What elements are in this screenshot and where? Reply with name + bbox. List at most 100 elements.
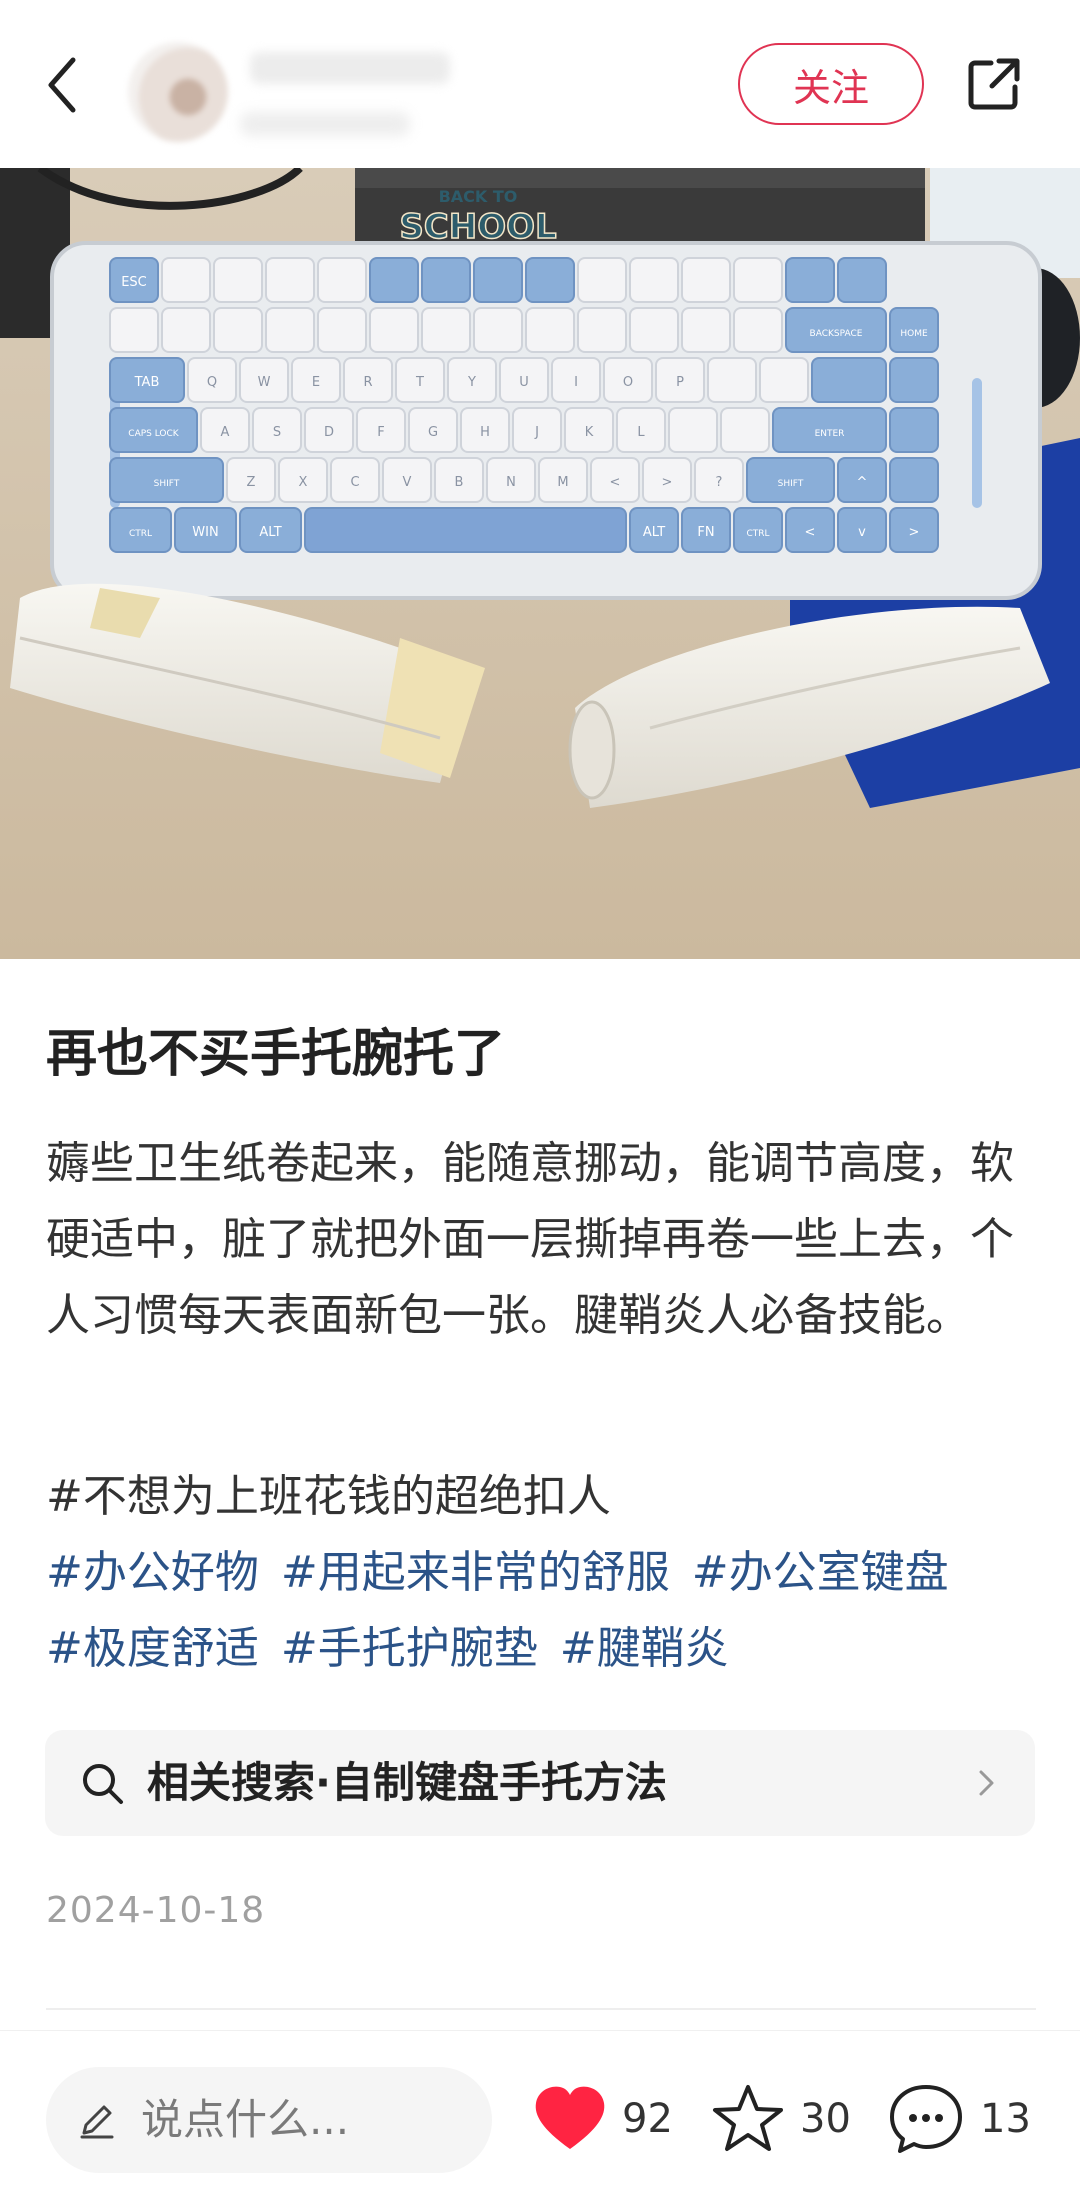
- keycap: [317, 307, 367, 353]
- keycap-label: v: [858, 525, 866, 540]
- keycap: [733, 307, 783, 353]
- keycap-label: R: [363, 375, 372, 390]
- sticker-text-top: BACK TO: [439, 187, 518, 206]
- hashtag-link[interactable]: #用起来非常的舒服: [281, 1547, 670, 1598]
- share-external-icon: [968, 58, 1020, 110]
- keycap-label: CAPS LOCK: [128, 429, 180, 439]
- keycap-label: B: [455, 475, 464, 490]
- keycap-label: L: [637, 425, 645, 440]
- keycap-label: S: [273, 425, 281, 440]
- keycap-label: HOME: [900, 329, 928, 339]
- keycap-label: ^: [857, 475, 868, 490]
- keycap-label: C: [350, 475, 359, 490]
- keycap-label: K: [585, 425, 594, 440]
- keycap: [421, 307, 471, 353]
- divider: [46, 2008, 1036, 2010]
- keycap-label: N: [506, 475, 516, 490]
- like-button[interactable]: 92: [532, 2079, 673, 2159]
- share-button[interactable]: [962, 52, 1026, 116]
- keycap-label: Z: [247, 475, 256, 490]
- comment-placeholder: 说点什么...: [141, 2095, 350, 2144]
- pencil-icon: [80, 2105, 114, 2139]
- keycap: [720, 407, 770, 453]
- keycap: [681, 307, 731, 353]
- keycap-label: A: [221, 425, 230, 440]
- author-name-blurred[interactable]: [250, 52, 450, 84]
- keycap: [629, 257, 679, 303]
- keycap-label: BACKSPACE: [810, 329, 863, 339]
- favorite-button[interactable]: 30: [710, 2079, 851, 2159]
- keycap-label: ENTER: [815, 429, 845, 439]
- keycap-label: F: [377, 425, 384, 440]
- hashtag-list: #办公好物 #用起来非常的舒服 #办公室键盘 #极度舒适 #手托护腕垫 #腱鞘炎: [46, 1535, 1046, 1687]
- follow-button[interactable]: 关注: [738, 43, 924, 125]
- keycap-label: WIN: [192, 525, 218, 540]
- keycap: [525, 307, 575, 353]
- related-search-card[interactable]: 相关搜索·自制键盘手托方法: [45, 1730, 1035, 1836]
- keycap-label: E: [312, 375, 320, 390]
- favorite-count: 30: [800, 2096, 851, 2142]
- keycap-label: H: [480, 425, 490, 440]
- keycap: [707, 357, 757, 403]
- keycap: [889, 357, 939, 403]
- keycap-label: M: [557, 475, 568, 490]
- keycap: [785, 257, 835, 303]
- keycap-label: T: [415, 375, 424, 390]
- post-title: 再也不买手托腕托了: [46, 1025, 506, 1084]
- comment-input[interactable]: 说点什么...: [46, 2067, 492, 2173]
- keycap: [811, 357, 887, 403]
- keycap: [733, 257, 783, 303]
- keycap-label: D: [324, 425, 334, 440]
- keycap-label: ESC: [121, 275, 147, 290]
- keycap-label: <: [610, 475, 621, 490]
- keycap-label: Y: [467, 375, 476, 390]
- bottom-action-bar: 说点什么... 92 30 13: [0, 2030, 1080, 2206]
- keycap-label: ALT: [643, 525, 665, 540]
- hashtag-link[interactable]: #极度舒适: [46, 1623, 259, 1674]
- author-avatar[interactable]: [128, 42, 228, 142]
- keycap: [369, 257, 419, 303]
- keycap: [421, 257, 471, 303]
- post-image[interactable]: ESC BACKSPACE HOME TAB Q W E R T Y U I O P CAPS LOCK A S…: [0, 168, 1080, 959]
- post-topic-text: #不想为上班花钱的超绝扣人: [46, 1471, 611, 1522]
- keycap: [668, 407, 718, 453]
- keycap-label: CTRL: [129, 529, 152, 539]
- keycap-label: TAB: [134, 375, 160, 390]
- hashtag-link[interactable]: #办公好物: [46, 1547, 259, 1598]
- keycap-label: O: [623, 375, 633, 390]
- keycap-label: SHIFT: [154, 479, 180, 489]
- keycap: [161, 307, 211, 353]
- keycap-label: SHIFT: [778, 479, 804, 489]
- keycap: [837, 257, 887, 303]
- keycap: [889, 457, 939, 503]
- keycap: [889, 407, 939, 453]
- keycap-label: V: [403, 475, 412, 490]
- chevron-right-icon: [979, 1770, 994, 1796]
- comment-count: 13: [980, 2096, 1031, 2142]
- keycap-label: W: [258, 375, 271, 390]
- comment-button[interactable]: 13: [886, 2079, 1031, 2159]
- hashtag-link[interactable]: #办公室键盘: [692, 1547, 949, 1598]
- hashtag-link[interactable]: #腱鞘炎: [560, 1623, 729, 1674]
- keycap: [681, 257, 731, 303]
- keycap: [265, 307, 315, 353]
- heart-icon: [535, 2086, 605, 2149]
- hashtag-link[interactable]: #手托护腕垫: [281, 1623, 538, 1674]
- keycap-label: >: [909, 525, 920, 540]
- keycap: [629, 307, 679, 353]
- keycap: [161, 257, 211, 303]
- keycap-label: >: [662, 475, 673, 490]
- keycap-label: X: [299, 475, 308, 490]
- keycap-label: U: [519, 375, 529, 390]
- related-search-label: 相关搜索·自制键盘手托方法: [147, 1758, 667, 1807]
- keycap: [473, 257, 523, 303]
- keycap-label: P: [676, 375, 684, 390]
- keycap-label: J: [534, 425, 539, 440]
- keycap-label: CTRL: [746, 529, 769, 539]
- keycap-label: G: [428, 425, 438, 440]
- keycap: [577, 307, 627, 353]
- search-icon: [83, 1764, 123, 1804]
- keycap: [304, 507, 627, 553]
- back-button[interactable]: [32, 50, 92, 120]
- like-count: 92: [622, 2096, 673, 2142]
